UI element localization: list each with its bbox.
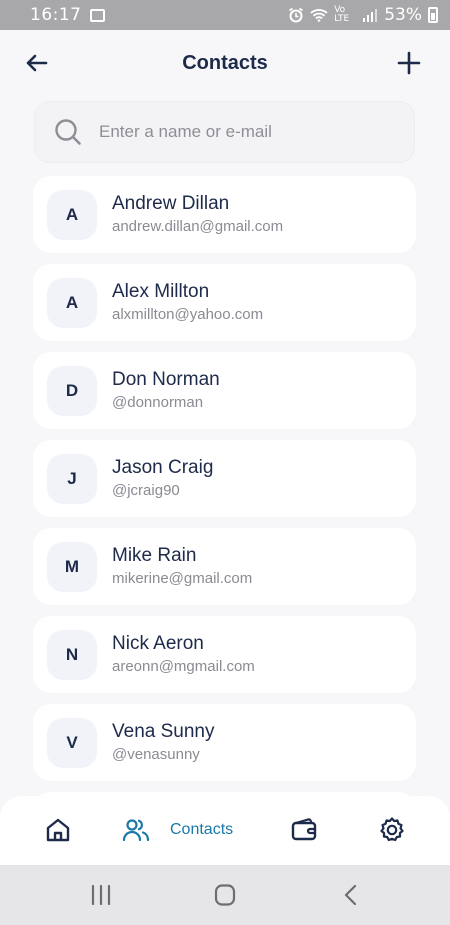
contacts-icon [122, 819, 150, 842]
network-type-label: Vo LTE [334, 5, 350, 24]
contact-item[interactable]: A Andrew Dillan andrew.dillan@gmail.com [33, 176, 416, 253]
home-button-icon[interactable] [212, 883, 238, 907]
contact-item[interactable]: M Mike Rain mikerine@gmail.com [33, 528, 416, 605]
battery-icon [428, 7, 438, 23]
avatar: M [47, 541, 97, 592]
bottom-nav: Contacts [0, 796, 450, 865]
contact-item[interactable]: V Vena Sunny @venasunny [33, 704, 416, 781]
signal-icon [363, 9, 378, 22]
nav-settings[interactable] [378, 816, 406, 844]
app-header: Contacts [0, 30, 450, 96]
system-nav-bar [0, 865, 450, 925]
home-icon [46, 818, 70, 842]
avatar: A [47, 189, 97, 240]
add-contact-icon[interactable] [394, 48, 424, 78]
contact-name: Don Norman [112, 369, 220, 390]
avatar: N [47, 629, 97, 680]
back-arrow-icon[interactable] [22, 48, 52, 78]
contact-detail: @jcraig90 [112, 482, 180, 499]
avatar: D [47, 365, 97, 416]
avatar: J [47, 453, 97, 504]
contact-name: Jason Craig [112, 457, 214, 478]
nav-contacts[interactable]: Contacts [122, 816, 233, 844]
back-button-icon[interactable] [338, 883, 364, 907]
wallet-icon [291, 818, 317, 841]
contact-item[interactable]: J Jason Craig @jcraig90 [33, 440, 416, 517]
recent-apps-icon[interactable] [88, 883, 114, 907]
contact-name: Mike Rain [112, 545, 197, 566]
page-title: Contacts [182, 51, 268, 74]
contact-detail: alxmillton@yahoo.com [112, 306, 264, 323]
avatar: V [47, 717, 97, 768]
contact-item[interactable]: N Nick Aeron areonn@mgmail.com [33, 616, 416, 693]
nav-wallet[interactable] [290, 816, 318, 844]
contact-name: Nick Aeron [112, 633, 204, 654]
gear-icon [380, 817, 404, 842]
contact-detail: @venasunny [112, 746, 200, 763]
contact-detail: mikerine@gmail.com [112, 570, 253, 587]
status-bar: 16:17 Vo LTE 53% [0, 0, 450, 30]
search-icon [55, 119, 81, 145]
contact-item[interactable]: D Don Norman @donnorman [33, 352, 416, 429]
status-time: 16:17 [30, 5, 82, 25]
contact-list: A Andrew Dillan andrew.dillan@gmail.com … [33, 176, 416, 880]
contact-name: Vena Sunny [112, 721, 215, 742]
status-icons: Vo LTE 53% [288, 5, 438, 25]
avatar: A [47, 277, 97, 328]
contact-item[interactable]: A Alex Millton alxmillton@yahoo.com [33, 264, 416, 341]
gallery-notification-icon [89, 8, 105, 22]
contact-name: Andrew Dillan [112, 193, 230, 214]
nav-contacts-label: Contacts [170, 821, 234, 838]
contact-detail: andrew.dillan@gmail.com [112, 218, 284, 235]
alarm-icon [289, 7, 304, 23]
battery-percent: 53% [384, 5, 422, 25]
search-input[interactable] [99, 122, 379, 142]
contact-detail: @donnorman [112, 394, 204, 411]
search-bar[interactable] [34, 101, 415, 163]
contact-detail: areonn@mgmail.com [112, 658, 255, 675]
wifi-icon [310, 9, 328, 22]
contact-name: Alex Millton [112, 281, 210, 302]
nav-home[interactable] [44, 816, 72, 844]
